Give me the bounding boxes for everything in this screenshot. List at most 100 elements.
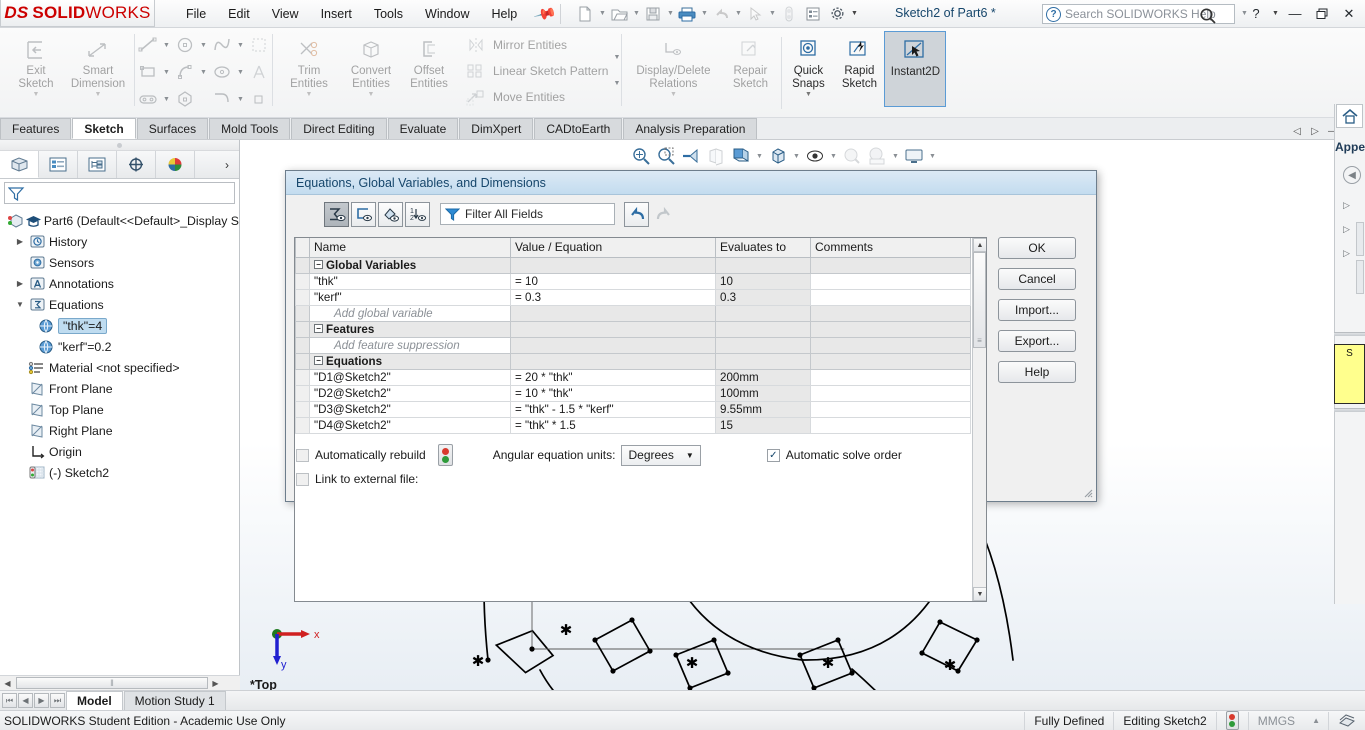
cell-value[interactable]: = 20 * "thk" xyxy=(511,369,716,385)
equations-dialog[interactable]: Equations, Global Variables, and Dimensi… xyxy=(285,170,1097,502)
quick-snaps-dropdown[interactable]: ▼ xyxy=(805,91,812,98)
nav-last-icon[interactable]: ⏭ xyxy=(50,693,65,708)
table-row[interactable]: "D1@Sketch2" = 20 * "thk" 200mm xyxy=(296,369,971,385)
cell-value[interactable]: = 10 * "thk" xyxy=(511,385,716,401)
sketch-fillet-area-icon[interactable] xyxy=(246,33,272,58)
undo-arrow-icon[interactable] xyxy=(624,202,649,227)
open-folder-icon[interactable] xyxy=(608,3,631,25)
gear-icon[interactable] xyxy=(826,3,849,25)
collapse-icon[interactable]: − xyxy=(314,324,323,333)
select-icon[interactable] xyxy=(744,3,767,25)
home-icon[interactable] xyxy=(1336,104,1363,128)
dialog-resize-grip[interactable] xyxy=(1081,486,1093,498)
convert-entities-button[interactable]: ConvertEntities ▼ xyxy=(340,31,402,98)
task-pane-side-tab-1[interactable] xyxy=(1356,222,1364,256)
search-input[interactable]: ? Search SOLIDWORKS Help xyxy=(1042,4,1235,24)
rectangle-dropdown[interactable]: ▼ xyxy=(162,69,171,76)
import-button[interactable]: Import... xyxy=(998,299,1076,321)
help-dropdown[interactable]: ▼ xyxy=(1271,10,1280,17)
tab-analysis-preparation[interactable]: Analysis Preparation xyxy=(623,118,757,139)
cell-comments[interactable] xyxy=(811,273,971,289)
doc-tab-motion-study[interactable]: Motion Study 1 xyxy=(124,691,226,710)
overlay-icon[interactable] xyxy=(1328,712,1365,730)
select-dropdown[interactable]: ▼ xyxy=(768,10,777,17)
tab-direct-editing[interactable]: Direct Editing xyxy=(291,118,386,139)
table-row[interactable]: "D3@Sketch2" = "thk" - 1.5 * "kerf" 9.55… xyxy=(296,401,971,417)
tab-dimxpert[interactable]: DimXpert xyxy=(459,118,533,139)
linear-pattern-dropdown[interactable]: ▼ xyxy=(612,54,621,80)
cell-name[interactable]: "D2@Sketch2" xyxy=(310,385,511,401)
tree-item-top-plane[interactable]: Top Plane xyxy=(4,399,239,420)
export-button[interactable]: Export... xyxy=(998,330,1076,352)
menu-edit[interactable]: Edit xyxy=(217,3,261,25)
add-global-variable-row[interactable]: Add global variable xyxy=(296,305,971,321)
tree-item-history[interactable]: ▶ History xyxy=(4,231,239,252)
offset-entities-button[interactable]: OffsetEntities xyxy=(402,31,456,90)
cell-value[interactable]: = "thk" * 1.5 xyxy=(511,417,716,433)
nav-next-icon[interactable]: ▶ xyxy=(34,693,49,708)
cell-name[interactable]: "D3@Sketch2" xyxy=(310,401,511,417)
cell-comments[interactable] xyxy=(811,289,971,305)
exit-sketch-dropdown[interactable]: ▼ xyxy=(33,91,40,98)
link-to-external-file-checkbox[interactable] xyxy=(296,473,309,486)
slot-icon[interactable] xyxy=(135,87,161,112)
section-row-equations[interactable]: −Equations xyxy=(296,353,971,369)
tree-item-right-plane[interactable]: Right Plane xyxy=(4,420,239,441)
slot-dropdown[interactable]: ▼ xyxy=(162,96,171,103)
circle-icon[interactable] xyxy=(172,33,198,58)
plane-3d-icon[interactable] xyxy=(246,87,272,112)
dimension-view-toggle[interactable] xyxy=(378,202,403,227)
display-delete-relations-button[interactable]: Display/DeleteRelations ▼ xyxy=(627,31,719,98)
arc-dropdown[interactable]: ▼ xyxy=(199,69,208,76)
table-row[interactable]: "D4@Sketch2" = "thk" * 1.5 15 xyxy=(296,417,971,433)
restore-right-icon[interactable]: ▷ xyxy=(1307,123,1323,139)
grid-scroll-thumb[interactable] xyxy=(973,252,986,348)
minimize-button[interactable]: — xyxy=(1283,3,1307,24)
cell-comments[interactable] xyxy=(811,417,971,433)
polygon-icon[interactable] xyxy=(172,87,198,112)
table-row[interactable]: "kerf" = 0.3 0.3 xyxy=(296,289,971,305)
back-arrow-icon[interactable]: ◀ xyxy=(1343,166,1361,184)
tree-item-material[interactable]: Material <not specified> xyxy=(4,357,239,378)
ellipse-dropdown[interactable]: ▼ xyxy=(236,69,245,76)
print-dropdown[interactable]: ▼ xyxy=(700,10,709,17)
rectangle-icon[interactable] xyxy=(135,60,161,85)
menu-view[interactable]: View xyxy=(261,3,310,25)
solidworks-logo[interactable]: DS SOLID WORKS xyxy=(0,0,155,27)
tab-features[interactable]: Features xyxy=(0,118,71,139)
trim-entities-button[interactable]: TrimEntities ▼ xyxy=(278,31,340,98)
tree-item-origin[interactable]: Origin xyxy=(4,441,239,462)
text-icon[interactable] xyxy=(246,60,272,85)
instant2d-button[interactable]: Instant2D xyxy=(884,31,946,107)
column-comments[interactable]: Comments xyxy=(811,238,971,257)
cell-comments[interactable] xyxy=(811,369,971,385)
tree-item-front-plane[interactable]: Front Plane xyxy=(4,378,239,399)
rapid-sketch-button[interactable]: RapidSketch xyxy=(834,31,884,90)
add-feature-suppression-label[interactable]: Add feature suppression xyxy=(310,337,511,353)
repair-sketch-button[interactable]: RepairSketch xyxy=(719,31,781,90)
options-list-icon[interactable] xyxy=(802,3,825,25)
tab-surfaces[interactable]: Surfaces xyxy=(137,118,208,139)
options-dropdown[interactable]: ▼ xyxy=(850,10,859,17)
undo-icon[interactable] xyxy=(710,3,733,25)
menu-file[interactable]: File xyxy=(175,3,217,25)
circle-dropdown[interactable]: ▼ xyxy=(199,42,208,49)
tree-item-kerf-variable[interactable]: "kerf"=0.2 xyxy=(4,336,239,357)
spline-dropdown[interactable]: ▼ xyxy=(236,42,245,49)
add-global-variable-label[interactable]: Add global variable xyxy=(310,305,511,321)
column-evaluates-to[interactable]: Evaluates to xyxy=(716,238,811,257)
menu-insert[interactable]: Insert xyxy=(310,3,363,25)
traffic-light-icon[interactable] xyxy=(438,444,453,466)
column-name[interactable]: Name xyxy=(310,238,511,257)
tree-item-thk-variable[interactable]: "thk"=4 xyxy=(4,315,239,336)
table-row[interactable]: "D2@Sketch2" = 10 * "thk" 100mm xyxy=(296,385,971,401)
cell-name[interactable]: "D1@Sketch2" xyxy=(310,369,511,385)
nav-first-icon[interactable]: ⏮ xyxy=(2,693,17,708)
new-document-dropdown[interactable]: ▼ xyxy=(598,10,607,17)
chevron-right-icon[interactable]: › xyxy=(215,151,239,178)
undo-dropdown[interactable]: ▼ xyxy=(734,10,743,17)
add-feature-suppression-row[interactable]: Add feature suppression xyxy=(296,337,971,353)
menu-help[interactable]: Help xyxy=(481,3,529,25)
new-document-icon[interactable] xyxy=(574,3,597,25)
feature-manager-icon[interactable] xyxy=(0,151,39,178)
